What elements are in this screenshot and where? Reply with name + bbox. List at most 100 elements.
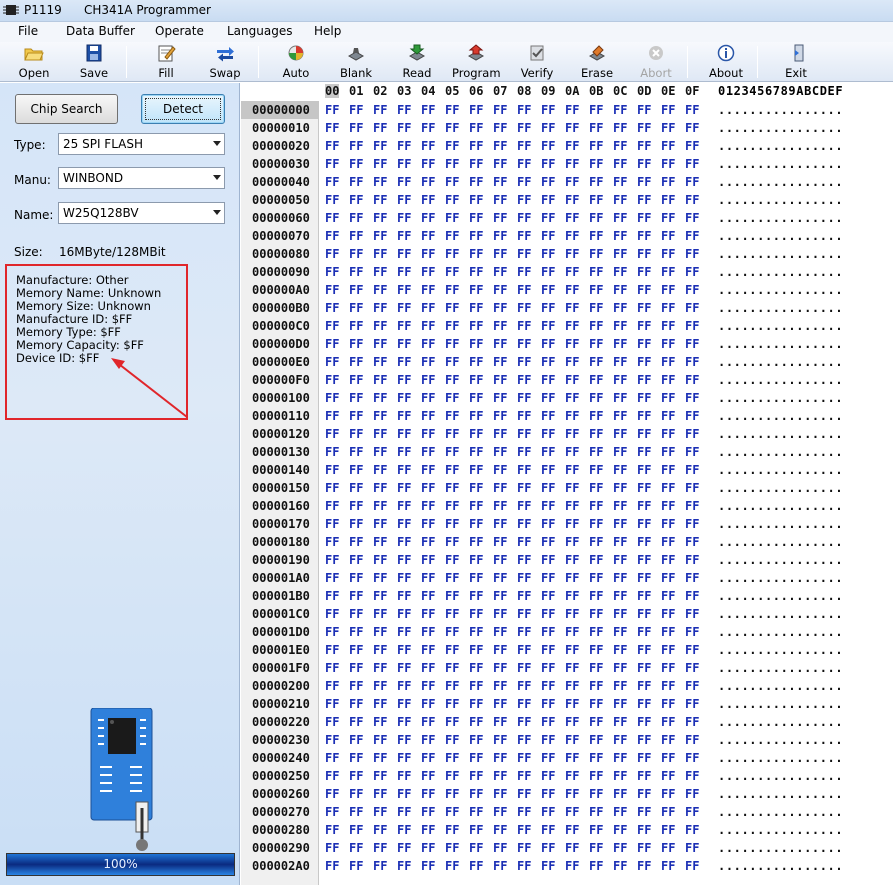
hex-byte-cell[interactable]: FF	[541, 247, 555, 261]
abort-button[interactable]: Abort	[636, 42, 676, 82]
menu-help[interactable]: Help	[312, 24, 343, 38]
hex-byte-cell[interactable]: FF	[445, 409, 459, 423]
hex-byte-cell[interactable]: FF	[445, 823, 459, 837]
hex-byte-cell[interactable]: FF	[661, 193, 675, 207]
hex-byte-cell[interactable]: FF	[493, 823, 507, 837]
hex-byte-cell[interactable]: FF	[637, 301, 651, 315]
hex-byte-cell[interactable]: FF	[613, 841, 627, 855]
hex-byte-cell[interactable]: FF	[325, 463, 339, 477]
hex-byte-cell[interactable]: FF	[685, 517, 699, 531]
hex-byte-cell[interactable]: FF	[565, 463, 579, 477]
hex-byte-cell[interactable]: FF	[565, 715, 579, 729]
hex-byte-cell[interactable]: FF	[421, 319, 435, 333]
hex-byte-cell[interactable]: FF	[589, 607, 603, 621]
hex-byte-cell[interactable]: FF	[637, 337, 651, 351]
hex-byte-cell[interactable]: FF	[661, 499, 675, 513]
hex-byte-cell[interactable]: FF	[637, 103, 651, 117]
hex-byte-cell[interactable]: FF	[469, 211, 483, 225]
hex-byte-cell[interactable]: FF	[421, 157, 435, 171]
hex-byte-cell[interactable]: FF	[349, 607, 363, 621]
hex-byte-cell[interactable]: FF	[493, 517, 507, 531]
hex-byte-cell[interactable]: FF	[445, 859, 459, 873]
hex-byte-cell[interactable]: FF	[565, 517, 579, 531]
hex-byte-cell[interactable]: FF	[349, 445, 363, 459]
hex-byte-cell[interactable]: FF	[349, 193, 363, 207]
hex-byte-cell[interactable]: FF	[493, 337, 507, 351]
hex-byte-cell[interactable]: FF	[493, 643, 507, 657]
ascii-cell[interactable]: ................	[718, 553, 843, 567]
hex-byte-cell[interactable]: FF	[349, 679, 363, 693]
ascii-cell[interactable]: ................	[718, 391, 843, 405]
chip-name-select[interactable]: W25Q128BV	[58, 202, 225, 224]
swap-button[interactable]: Swap	[204, 42, 246, 82]
hex-byte-cell[interactable]: FF	[565, 769, 579, 783]
hex-byte-cell[interactable]: FF	[421, 517, 435, 531]
hex-byte-cell[interactable]: FF	[637, 175, 651, 189]
hex-byte-cell[interactable]: FF	[445, 175, 459, 189]
hex-byte-cell[interactable]: FF	[541, 697, 555, 711]
hex-byte-cell[interactable]: FF	[685, 157, 699, 171]
hex-byte-cell[interactable]: FF	[421, 625, 435, 639]
type-select[interactable]: 25 SPI FLASH	[58, 133, 225, 155]
hex-byte-cell[interactable]: FF	[325, 229, 339, 243]
hex-byte-cell[interactable]: FF	[397, 661, 411, 675]
hex-byte-cell[interactable]: FF	[517, 535, 531, 549]
hex-byte-cell[interactable]: FF	[349, 229, 363, 243]
hex-byte-cell[interactable]: FF	[373, 229, 387, 243]
hex-byte-cell[interactable]: FF	[637, 841, 651, 855]
hex-byte-cell[interactable]: FF	[685, 211, 699, 225]
hex-byte-cell[interactable]: FF	[445, 769, 459, 783]
hex-byte-cell[interactable]: FF	[493, 625, 507, 639]
hex-byte-cell[interactable]: FF	[613, 319, 627, 333]
hex-byte-cell[interactable]: FF	[349, 391, 363, 405]
hex-byte-cell[interactable]: FF	[637, 571, 651, 585]
hex-byte-cell[interactable]: FF	[613, 823, 627, 837]
hex-byte-cell[interactable]: FF	[373, 265, 387, 279]
hex-byte-cell[interactable]: FF	[349, 625, 363, 639]
hex-byte-cell[interactable]: FF	[445, 499, 459, 513]
hex-byte-cell[interactable]: FF	[493, 805, 507, 819]
hex-byte-cell[interactable]: FF	[589, 193, 603, 207]
hex-byte-cell[interactable]: FF	[517, 463, 531, 477]
hex-byte-cell[interactable]: FF	[685, 355, 699, 369]
hex-byte-cell[interactable]: FF	[589, 787, 603, 801]
hex-byte-cell[interactable]: FF	[397, 715, 411, 729]
hex-byte-cell[interactable]: FF	[421, 841, 435, 855]
hex-byte-cell[interactable]: FF	[397, 337, 411, 351]
hex-byte-cell[interactable]: FF	[469, 265, 483, 279]
hex-byte-cell[interactable]: FF	[661, 661, 675, 675]
hex-byte-cell[interactable]: FF	[637, 733, 651, 747]
hex-byte-cell[interactable]: FF	[445, 211, 459, 225]
hex-byte-cell[interactable]: FF	[685, 391, 699, 405]
hex-byte-cell[interactable]: FF	[349, 283, 363, 297]
hex-byte-cell[interactable]: FF	[589, 301, 603, 315]
hex-byte-cell[interactable]: FF	[589, 643, 603, 657]
hex-byte-cell[interactable]: FF	[469, 535, 483, 549]
hex-byte-cell[interactable]: FF	[397, 697, 411, 711]
hex-byte-cell[interactable]: FF	[445, 355, 459, 369]
hex-byte-cell[interactable]: FF	[445, 805, 459, 819]
hex-byte-cell[interactable]: FF	[589, 121, 603, 135]
hex-byte-cell[interactable]: FF	[493, 391, 507, 405]
hex-byte-cell[interactable]: FF	[397, 571, 411, 585]
hex-byte-cell[interactable]: FF	[637, 481, 651, 495]
hex-byte-cell[interactable]: FF	[589, 841, 603, 855]
hex-byte-cell[interactable]: FF	[685, 715, 699, 729]
hex-byte-cell[interactable]: FF	[565, 481, 579, 495]
hex-byte-cell[interactable]: FF	[445, 607, 459, 621]
hex-byte-cell[interactable]: FF	[325, 805, 339, 819]
hex-byte-cell[interactable]: FF	[517, 787, 531, 801]
hex-byte-cell[interactable]: FF	[349, 481, 363, 495]
hex-byte-cell[interactable]: FF	[541, 535, 555, 549]
hex-byte-cell[interactable]: FF	[325, 589, 339, 603]
hex-byte-cell[interactable]: FF	[373, 463, 387, 477]
hex-byte-cell[interactable]: FF	[661, 139, 675, 153]
hex-byte-cell[interactable]: FF	[589, 859, 603, 873]
hex-byte-cell[interactable]: FF	[397, 733, 411, 747]
hex-byte-cell[interactable]: FF	[469, 337, 483, 351]
hex-byte-cell[interactable]: FF	[613, 625, 627, 639]
hex-byte-cell[interactable]: FF	[421, 337, 435, 351]
ascii-cell[interactable]: ................	[718, 481, 843, 495]
hex-byte-cell[interactable]: FF	[541, 139, 555, 153]
hex-byte-cell[interactable]: FF	[397, 769, 411, 783]
